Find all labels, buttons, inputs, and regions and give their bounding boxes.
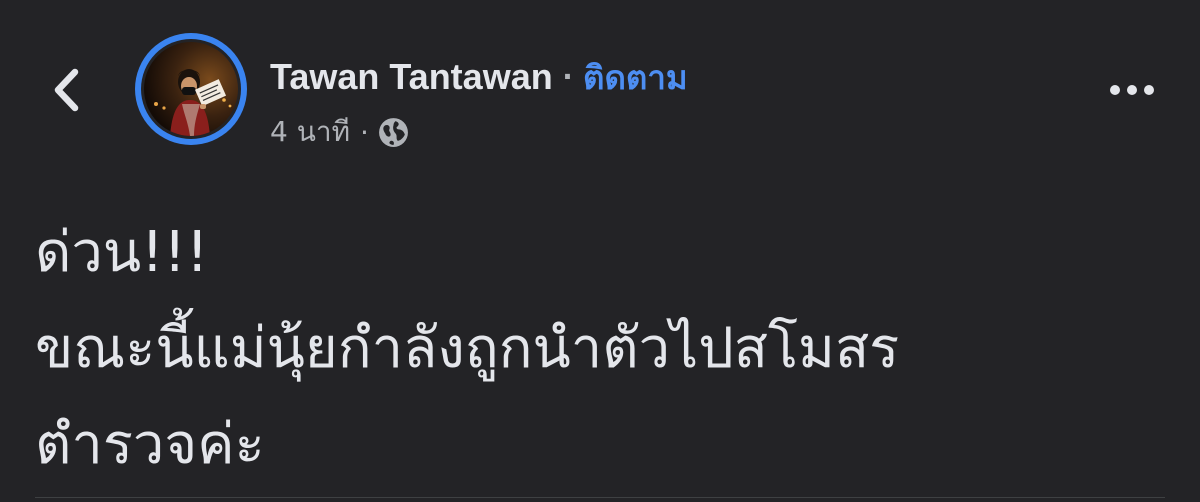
back-button[interactable] — [44, 62, 88, 118]
divider — [35, 497, 1165, 498]
name-separator: · — [562, 57, 575, 96]
post-header-title: Tawan Tantawan · ติดตาม — [270, 52, 688, 102]
more-horizontal-icon — [1110, 85, 1154, 95]
more-options-button[interactable] — [1100, 70, 1164, 110]
avatar — [144, 42, 238, 136]
globe-icon — [379, 117, 408, 147]
post-text-line: ด่วน!!! — [35, 220, 209, 285]
post-meta: 4 นาที · — [270, 110, 410, 154]
follow-button[interactable]: ติดตาม — [583, 51, 688, 104]
post-text-line: ตำรวจค่ะ — [35, 412, 265, 477]
author-name[interactable]: Tawan Tantawan — [270, 56, 553, 98]
chevron-left-icon — [54, 68, 79, 112]
post-timestamp[interactable]: 4 นาที — [270, 110, 350, 154]
meta-separator: · — [360, 115, 369, 149]
post-text-line: ขณะนี้แม่นุ้ยกำลังถูกนำตัวไปสโมสร — [35, 316, 900, 381]
post-text: ด่วน!!! ขณะนี้แม่นุ้ยกำลังถูกนำตัวไปสโมส… — [35, 205, 1175, 493]
avatar-story-ring[interactable] — [135, 33, 247, 145]
